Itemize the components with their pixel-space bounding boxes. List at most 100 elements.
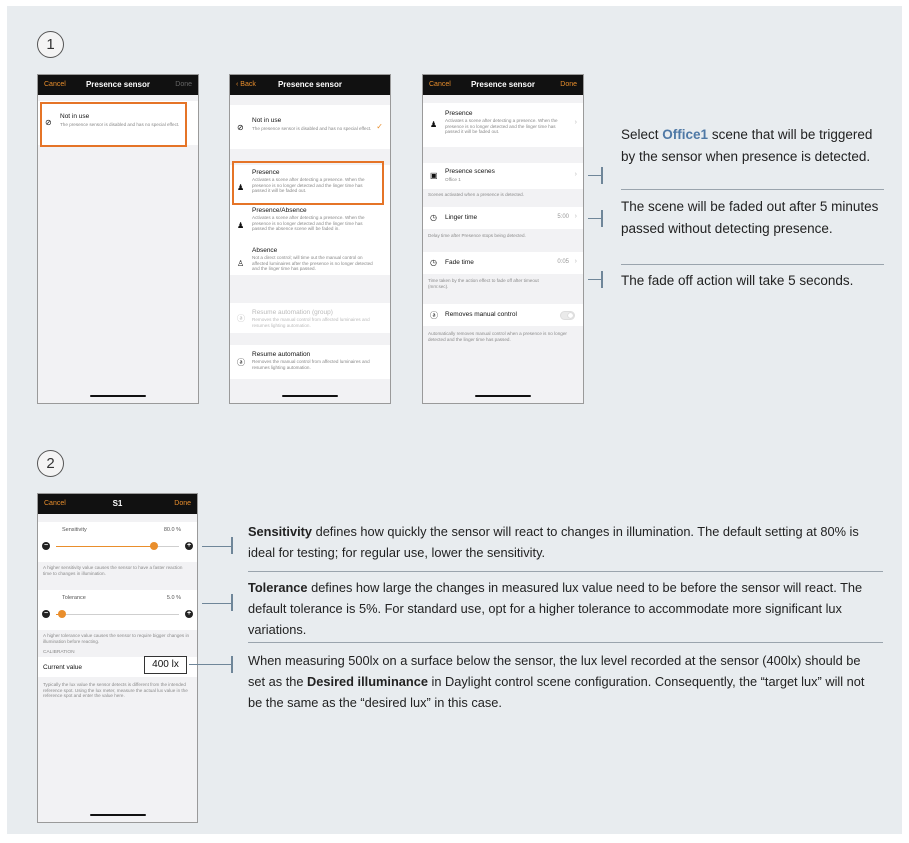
option-title: Presence/Absence xyxy=(252,207,307,214)
phone-screen-not-in-use: Cancel Presence sensor Done ⊘ Not in use… xyxy=(37,74,199,404)
option-resume-automation[interactable]: ⓐ Resume automation Removes the manual c… xyxy=(230,345,390,379)
scene-icon: ▣ xyxy=(430,171,438,180)
nav-bar: Cancel S1 Done xyxy=(38,494,197,514)
screen-title: S1 xyxy=(112,499,123,508)
sensitivity-knob[interactable] xyxy=(150,542,159,550)
tolerance-label: Tolerance xyxy=(62,595,86,601)
screen-title: Presence sensor xyxy=(277,80,343,89)
section-note: A higher tolerance value causes the sens… xyxy=(43,633,190,644)
minus-button[interactable]: − xyxy=(42,610,50,618)
tolerance-row: Tolerance 5.0 % − + xyxy=(38,590,197,630)
sensitivity-row: Sensitivity 80.0 % − + xyxy=(38,522,197,562)
section-note: Time taken by the action effect to fade … xyxy=(428,278,539,289)
nav-bar: ‹ Back Presence sensor xyxy=(230,75,390,95)
option-description: Removes the manual control from affected… xyxy=(252,317,370,328)
section-note: Automatically removes manual control whe… xyxy=(428,331,567,342)
section-note: Typically the lux value the sensor detec… xyxy=(43,682,188,699)
divider xyxy=(248,571,883,572)
row-title: Presence scenes xyxy=(445,168,495,175)
mode-description: Activates a scene after detecting a pres… xyxy=(445,118,558,135)
plus-button[interactable]: + xyxy=(185,610,193,618)
connector-tick xyxy=(231,537,233,554)
phone-screen-mode-list: ‹ Back Presence sensor ⊘ Not in use The … xyxy=(229,74,391,404)
presence-scenes-row[interactable]: ▣ Presence scenes Office 1 › xyxy=(423,163,583,189)
tolerance-value: 5.0 % xyxy=(166,595,181,601)
row-title: Removes manual control xyxy=(445,311,517,318)
sensitivity-fill xyxy=(56,546,155,547)
mode-title: Presence xyxy=(445,110,473,117)
option-description: Activates a scene after detecting a pres… xyxy=(252,215,365,232)
option-resume-automation-group: ⓐ Resume automation (group) Removes the … xyxy=(230,303,390,333)
connector-line xyxy=(588,279,602,280)
callout-sensitivity: Sensitivity defines how quickly the sens… xyxy=(248,524,859,560)
row-title: Fade time xyxy=(445,259,474,266)
connector-line xyxy=(202,603,232,604)
scene-name: Office1 xyxy=(662,127,709,142)
fade-time-row[interactable]: ◷ Fade time 0:05 › xyxy=(423,252,583,274)
connector-tick xyxy=(231,594,233,611)
people-icon: ♟ xyxy=(237,221,245,230)
option-description: The presence sensor is disabled and has … xyxy=(252,126,372,131)
callout-fade-time: The fade off action will take 5 seconds. xyxy=(621,273,854,288)
automation-icon: ⓐ xyxy=(237,358,245,367)
connector-tick xyxy=(601,210,603,227)
option-presence-absence[interactable]: ♟ Presence/Absence Activates a scene aft… xyxy=(230,207,390,241)
automation-icon: ⓐ xyxy=(237,314,245,323)
linger-time-value: 5:00 xyxy=(557,214,569,220)
timer-icon: ◷ xyxy=(430,258,437,267)
term-sensitivity: Sensitivity xyxy=(248,524,313,539)
done-button[interactable]: Done xyxy=(175,81,192,88)
section-note: A higher sensitivity value causes the se… xyxy=(43,565,183,576)
home-indicator xyxy=(90,395,146,397)
section-note: Delay time after Presence stops being de… xyxy=(428,233,526,238)
nav-bar: Cancel Presence sensor Done xyxy=(38,75,198,95)
step-number-2: 2 xyxy=(37,450,64,477)
prohibited-icon: ⊘ xyxy=(237,123,244,132)
connector-tick xyxy=(601,271,603,288)
divider xyxy=(248,642,883,643)
automation-icon: ⓐ xyxy=(430,311,438,320)
term-desired-illuminance: Desired illuminance xyxy=(307,674,428,689)
term-tolerance: Tolerance xyxy=(248,580,308,595)
highlight-frame xyxy=(232,161,384,205)
callout-presence-scene: Select Office1 scene that will be trigge… xyxy=(621,127,873,164)
home-indicator xyxy=(282,395,338,397)
home-indicator xyxy=(475,395,531,397)
minus-button[interactable]: − xyxy=(42,542,50,550)
nav-bar: Cancel Presence sensor Done xyxy=(423,75,583,95)
removes-manual-control-row: ⓐ Removes manual control xyxy=(423,304,583,326)
connector-tick xyxy=(231,656,233,673)
plus-button[interactable]: + xyxy=(185,542,193,550)
section-note: Scenes activated when a presence is dete… xyxy=(428,192,525,197)
done-button[interactable]: Done xyxy=(560,81,577,88)
screen-title: Presence sensor xyxy=(85,80,151,89)
divider xyxy=(621,189,884,190)
callout-linger-time: The scene will be faded out after 5 minu… xyxy=(621,199,879,236)
people-icon: ♟ xyxy=(430,120,438,129)
home-indicator xyxy=(89,814,146,816)
option-title: Resume automation (group) xyxy=(252,309,333,316)
mode-presence[interactable]: ♟ Presence Activates a scene after detec… xyxy=(423,103,583,147)
option-not-in-use[interactable]: ⊘ Not in use The presence sensor is disa… xyxy=(230,105,390,149)
current-value-label: Current value xyxy=(43,664,83,671)
phone-screen-presence-settings: Cancel Presence sensor Done ♟ Presence A… xyxy=(422,74,584,404)
connector-line xyxy=(588,175,602,176)
connector-line xyxy=(202,546,232,547)
checkmark-icon: ✓ xyxy=(376,122,383,131)
tolerance-knob[interactable] xyxy=(58,610,67,618)
timer-icon: ◷ xyxy=(430,213,437,222)
people-outline-icon: ♙ xyxy=(237,259,245,268)
option-absence[interactable]: ♙ Absence Not a direct control; will tim… xyxy=(230,247,390,277)
current-value-input[interactable]: 400 lx xyxy=(144,656,187,674)
connector-line xyxy=(588,218,602,219)
linger-time-row[interactable]: ◷ Linger time 5:00 › xyxy=(423,207,583,229)
sensitivity-label: Sensitivity xyxy=(62,527,87,533)
option-description: Removes the manual control from affected… xyxy=(252,359,370,370)
manual-control-toggle[interactable] xyxy=(560,311,575,320)
step-number-1: 1 xyxy=(37,31,64,58)
chevron-right-icon: › xyxy=(574,213,577,220)
tolerance-slider[interactable] xyxy=(56,614,179,615)
callout-desired-illuminance: When measuring 500lx on a surface below … xyxy=(248,653,865,710)
done-button[interactable]: Done xyxy=(174,500,191,507)
chevron-right-icon: › xyxy=(574,258,577,265)
